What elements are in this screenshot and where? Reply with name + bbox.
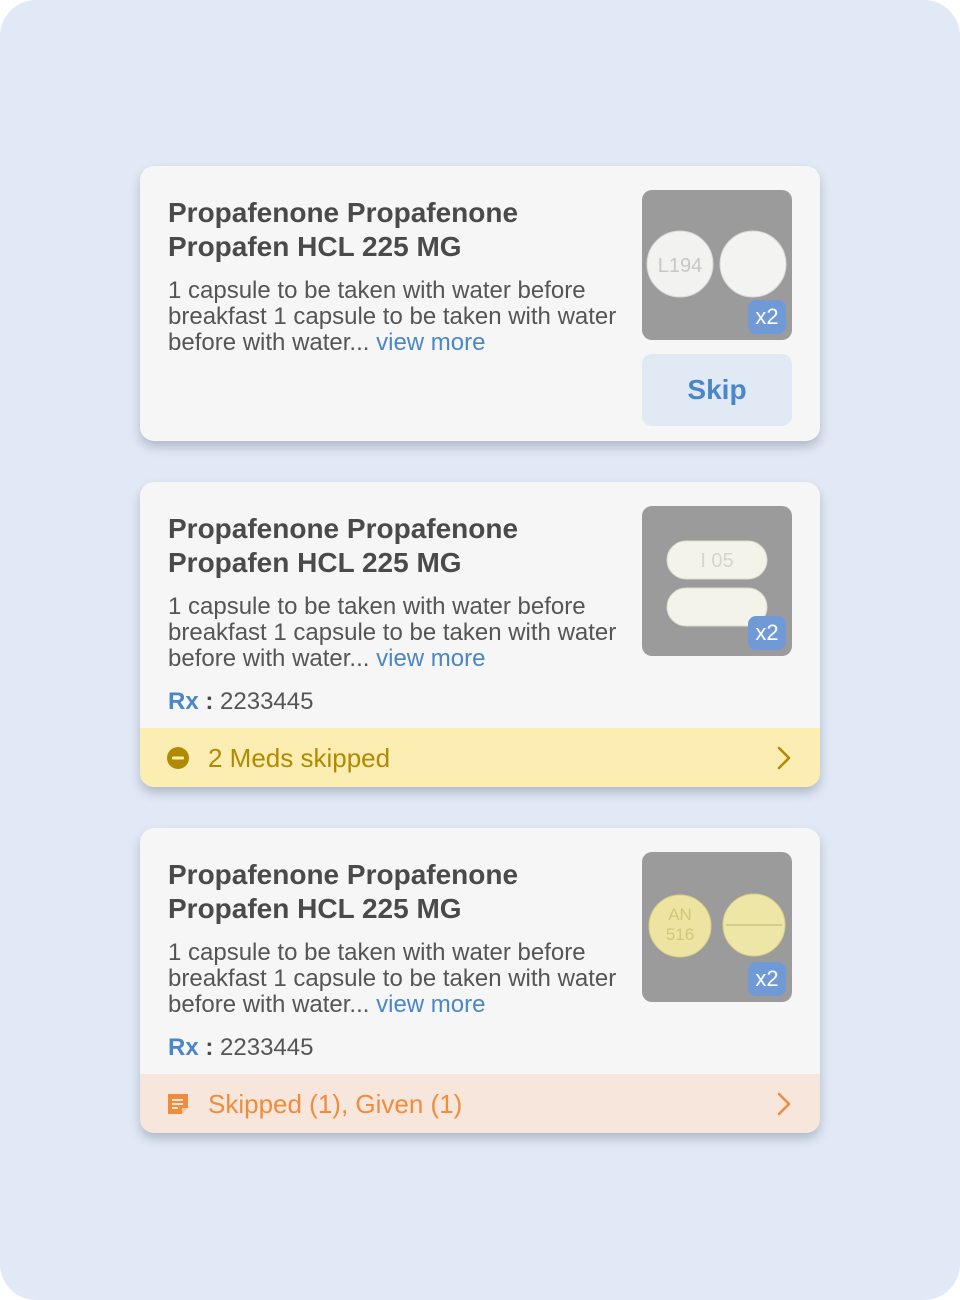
pill-image: L194 x2 xyxy=(642,190,792,340)
medication-title: Propafenone Propafenone Propafen HCL 225… xyxy=(168,512,608,580)
view-more-link[interactable]: view more xyxy=(376,991,485,1018)
status-bar-skipped[interactable]: 2 Meds skipped xyxy=(140,728,820,787)
medication-title: Propafenone Propafenone Propafen HCL 225… xyxy=(168,196,608,264)
rx-number: Rx : 2233445 xyxy=(168,1034,313,1062)
medication-instructions: 1 capsule to be taken with water before … xyxy=(168,278,638,356)
status-text: 2 Meds skipped xyxy=(208,743,391,773)
medication-card[interactable]: Propafenone Propafenone Propafen HCL 225… xyxy=(140,166,820,441)
rx-label: Rx xyxy=(168,688,199,715)
pill-imprint-top: AN xyxy=(668,905,692,924)
pill-imprint: L194 xyxy=(658,255,703,277)
pill-count-badge: x2 xyxy=(748,616,786,650)
medication-instructions: 1 capsule to be taken with water before … xyxy=(168,594,638,672)
rx-label: Rx xyxy=(168,1034,199,1061)
note-icon xyxy=(168,1094,188,1114)
pill-imprint: I 05 xyxy=(700,550,733,572)
rx-number: Rx : 2233445 xyxy=(168,688,313,716)
medication-title-line-1: Propafenone Propafenone xyxy=(168,513,519,544)
status-bar-mixed[interactable]: Skipped (1), Given (1) xyxy=(140,1074,820,1133)
pill-image: I 05 x2 xyxy=(642,506,792,656)
medication-title: Propafenone Propafenone Propafen HCL 225… xyxy=(168,858,608,926)
medication-title-line-2: Propafen HCL 225 MG xyxy=(168,893,462,924)
pill-imprint-bottom: 516 xyxy=(666,925,694,944)
medication-title-line-1: Propafenone Propafenone xyxy=(168,859,519,890)
medication-title-line-2: Propafen HCL 225 MG xyxy=(168,231,462,262)
app-background: Propafenone Propafenone Propafen HCL 225… xyxy=(0,0,960,1300)
status-text: Skipped (1), Given (1) xyxy=(208,1089,463,1119)
view-more-link[interactable]: view more xyxy=(376,329,485,356)
medication-card[interactable]: Propafenone Propafenone Propafen HCL 225… xyxy=(140,482,820,787)
medication-title-line-2: Propafen HCL 225 MG xyxy=(168,547,462,578)
minus-circle-icon xyxy=(167,747,189,769)
medication-title-line-1: Propafenone Propafenone xyxy=(168,197,519,228)
rx-separator: : xyxy=(205,1034,214,1061)
medication-instructions: 1 capsule to be taken with water before … xyxy=(168,940,638,1018)
pill-image: AN 516 x2 xyxy=(642,852,792,1002)
view-more-link[interactable]: view more xyxy=(376,645,485,672)
chevron-right-icon xyxy=(777,746,791,770)
rx-value: 2233445 xyxy=(220,1034,314,1061)
rx-separator: : xyxy=(205,688,214,715)
chevron-right-icon xyxy=(777,1092,791,1116)
pill-count-badge: x2 xyxy=(748,300,786,334)
pill-count-badge: x2 xyxy=(748,962,786,996)
medication-card[interactable]: Propafenone Propafenone Propafen HCL 225… xyxy=(140,828,820,1133)
rx-value: 2233445 xyxy=(220,688,314,715)
skip-button[interactable]: Skip xyxy=(642,354,792,426)
